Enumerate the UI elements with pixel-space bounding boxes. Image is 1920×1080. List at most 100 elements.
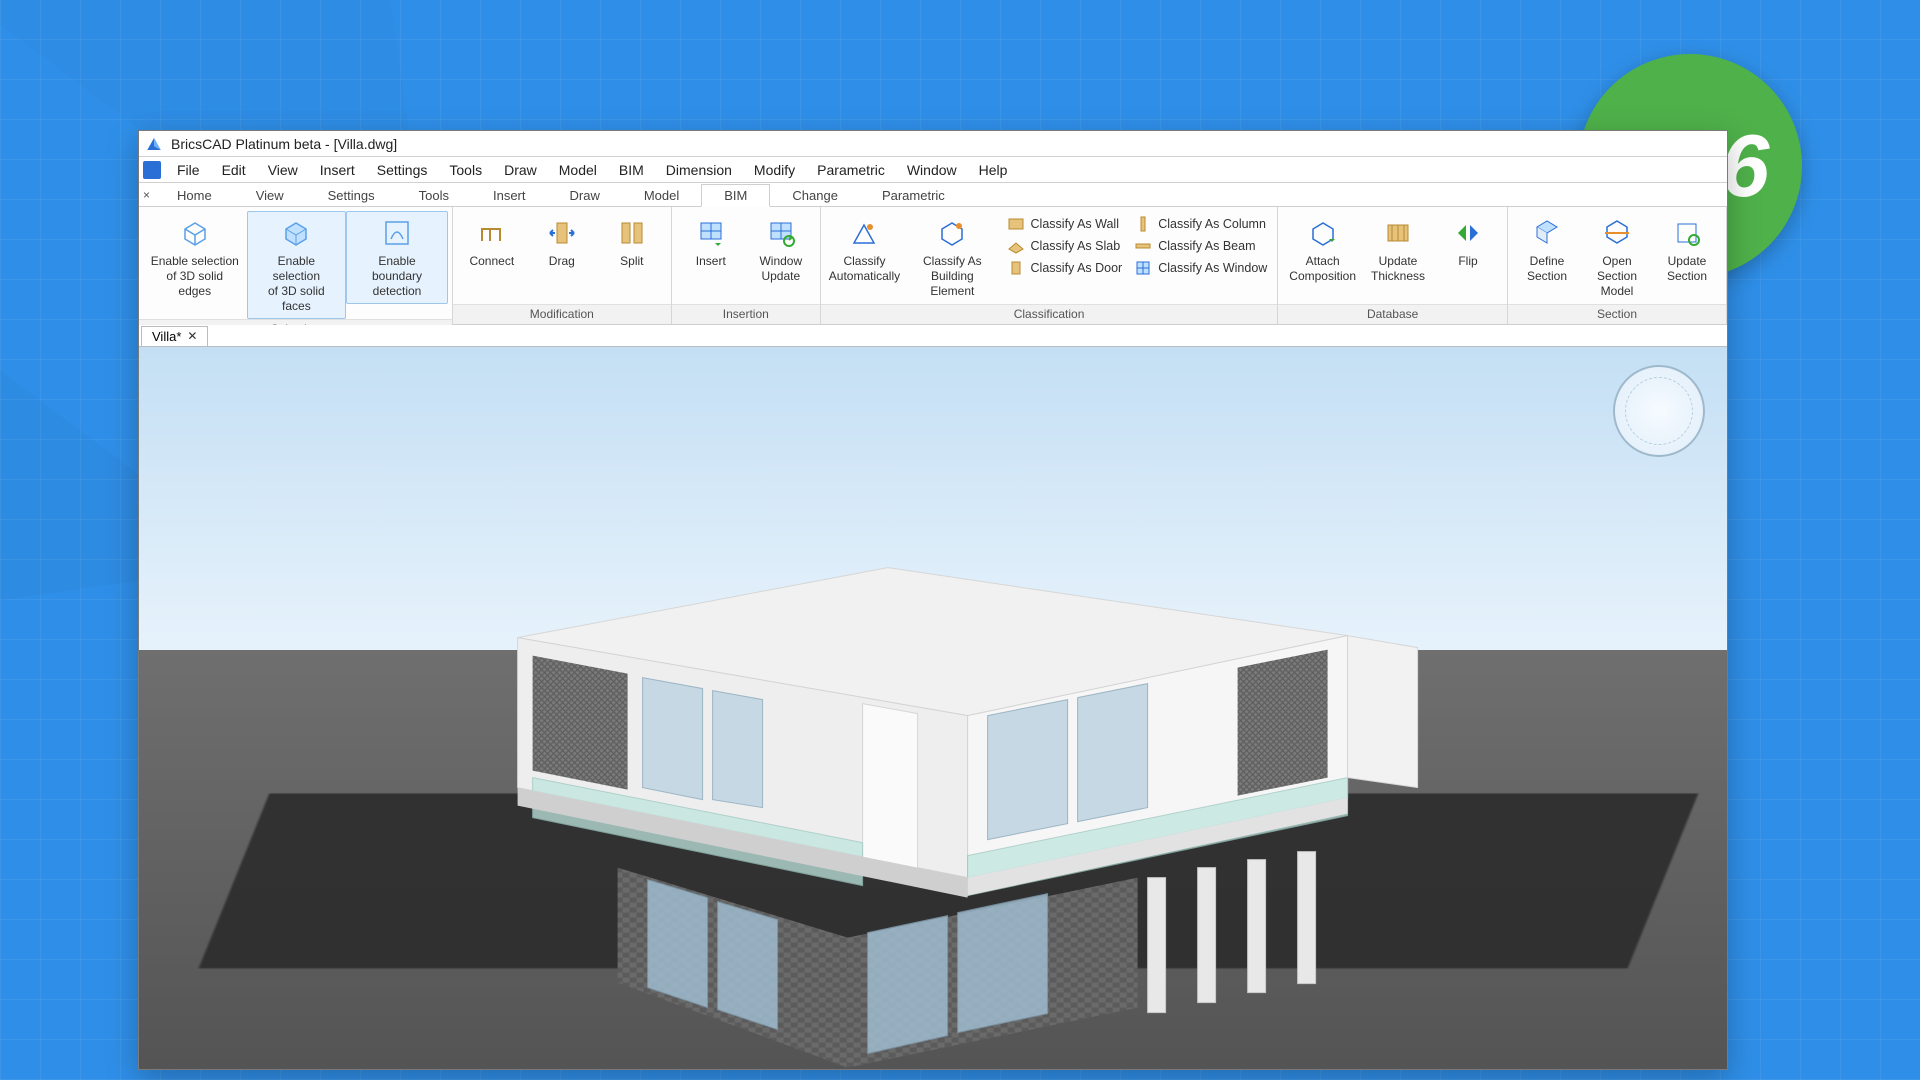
menu-help[interactable]: Help xyxy=(969,159,1018,181)
ribbon-close-icon[interactable]: × xyxy=(139,188,155,202)
split-button[interactable]: Split xyxy=(597,211,667,274)
ribbon-tab-insert[interactable]: Insert xyxy=(471,185,548,206)
ribbon-tab-change[interactable]: Change xyxy=(770,185,860,206)
drag-icon xyxy=(545,216,579,250)
menu-edit[interactable]: Edit xyxy=(212,159,256,181)
update-section-button[interactable]: Update Section xyxy=(1652,211,1722,289)
connect-button[interactable]: Connect xyxy=(457,211,527,274)
label-line2: Automatically xyxy=(829,269,900,284)
label: Connect xyxy=(469,254,514,269)
insert-window-icon xyxy=(694,216,728,250)
label-line2: Section xyxy=(1527,269,1567,284)
menu-insert[interactable]: Insert xyxy=(310,159,365,181)
update-thickness-button[interactable]: Update Thickness xyxy=(1363,211,1433,289)
open-section-model-button[interactable]: Open Section Model xyxy=(1582,211,1652,304)
label-line1: Classify As xyxy=(923,254,982,269)
label-line1: Enable boundary xyxy=(353,254,441,284)
label-line2: Section xyxy=(1667,269,1707,284)
define-section-icon xyxy=(1530,216,1564,250)
menu-window[interactable]: Window xyxy=(897,159,967,181)
label-line1: Open Section xyxy=(1589,254,1645,284)
document-tab-close-icon[interactable]: ✕ xyxy=(187,329,197,343)
insert-button[interactable]: Insert xyxy=(676,211,746,274)
label-line1: Window xyxy=(759,254,802,269)
group-label-modification: Modification xyxy=(453,304,671,324)
define-section-button[interactable]: Define Section xyxy=(1512,211,1582,289)
model-viewport[interactable] xyxy=(139,347,1727,1069)
classify-as-building-element-button[interactable]: Classify As Building Element xyxy=(904,211,1000,304)
enable-faces-button[interactable]: Enable selection of 3D solid faces xyxy=(247,211,347,319)
menu-bim[interactable]: BIM xyxy=(609,159,654,181)
classify-as-column-button[interactable]: Classify As Column xyxy=(1134,215,1267,233)
ribbon-tab-draw[interactable]: Draw xyxy=(548,185,622,206)
label-line2: Building Element xyxy=(911,269,993,299)
ribbon-tab-view[interactable]: View xyxy=(234,185,306,206)
connect-icon xyxy=(475,216,509,250)
group-label-section: Section xyxy=(1508,304,1726,324)
label: Drag xyxy=(549,254,575,269)
window-update-icon xyxy=(764,216,798,250)
ribbon-tab-tools[interactable]: Tools xyxy=(397,185,471,206)
label: Flip xyxy=(1458,254,1477,269)
view-compass-widget[interactable] xyxy=(1613,365,1705,457)
app-menu-icon[interactable] xyxy=(143,161,161,179)
classify-as-slab-button[interactable]: Classify As Slab xyxy=(1007,237,1123,255)
label-line1: Update xyxy=(1379,254,1418,269)
document-tab-label: Villa* xyxy=(152,329,181,344)
group-label-classification: Classification xyxy=(821,304,1277,324)
classify-as-door-button[interactable]: Classify As Door xyxy=(1007,259,1123,277)
label-line2: of 3D solid edges xyxy=(150,269,240,299)
update-section-icon xyxy=(1670,216,1704,250)
label-line2: Model xyxy=(1601,284,1634,299)
document-tab-villa[interactable]: Villa* ✕ xyxy=(141,326,208,346)
ribbon-group-modification: Connect Drag Split Modification xyxy=(453,207,672,324)
menubar: File Edit View Insert Settings Tools Dra… xyxy=(139,157,1727,183)
window-update-button[interactable]: Window Update xyxy=(746,211,816,289)
menu-view[interactable]: View xyxy=(258,159,308,181)
menu-parametric[interactable]: Parametric xyxy=(807,159,895,181)
classify-as-wall-button[interactable]: Classify As Wall xyxy=(1007,215,1123,233)
label-line2: Composition xyxy=(1289,269,1356,284)
classify-auto-icon xyxy=(847,216,881,250)
window-title: BricsCAD Platinum beta - [Villa.dwg] xyxy=(171,136,397,152)
ribbon-tab-settings[interactable]: Settings xyxy=(306,185,397,206)
label-line2: Thickness xyxy=(1371,269,1425,284)
door-icon xyxy=(1007,259,1025,277)
app-logo-icon xyxy=(145,135,163,153)
ribbon-tab-model[interactable]: Model xyxy=(622,185,701,206)
app-window: BricsCAD Platinum beta - [Villa.dwg] Fil… xyxy=(138,130,1728,1070)
label-line2: Update xyxy=(761,269,800,284)
drag-button[interactable]: Drag xyxy=(527,211,597,274)
classify-automatically-button[interactable]: Classify Automatically xyxy=(825,211,904,289)
ribbon-tab-parametric[interactable]: Parametric xyxy=(860,185,967,206)
ribbon-tab-strip: × Home View Settings Tools Insert Draw M… xyxy=(139,183,1727,207)
group-label-database: Database xyxy=(1278,304,1507,324)
label: Split xyxy=(620,254,643,269)
ribbon: Enable selection of 3D solid edges Enabl… xyxy=(139,207,1727,325)
enable-edges-button[interactable]: Enable selection of 3D solid edges xyxy=(143,211,247,304)
menu-settings[interactable]: Settings xyxy=(367,159,438,181)
label-line1: Enable selection xyxy=(254,254,340,284)
open-section-model-icon xyxy=(1600,216,1634,250)
ribbon-group-selection: Enable selection of 3D solid edges Enabl… xyxy=(139,207,453,324)
attach-composition-icon xyxy=(1306,216,1340,250)
menu-file[interactable]: File xyxy=(167,159,210,181)
titlebar[interactable]: BricsCAD Platinum beta - [Villa.dwg] xyxy=(139,131,1727,157)
menu-model[interactable]: Model xyxy=(549,159,607,181)
ribbon-tab-bim[interactable]: BIM xyxy=(701,184,770,207)
menu-dimension[interactable]: Dimension xyxy=(656,159,742,181)
label-line2: of 3D solid faces xyxy=(254,284,340,314)
villa-3d-model xyxy=(308,478,1488,1069)
enable-boundary-button[interactable]: Enable boundary detection xyxy=(346,211,448,304)
update-thickness-icon xyxy=(1381,216,1415,250)
split-icon xyxy=(615,216,649,250)
menu-tools[interactable]: Tools xyxy=(439,159,492,181)
menu-modify[interactable]: Modify xyxy=(744,159,805,181)
ribbon-tab-home[interactable]: Home xyxy=(155,185,234,206)
classify-as-window-button[interactable]: Classify As Window xyxy=(1134,259,1267,277)
attach-composition-button[interactable]: Attach Composition xyxy=(1282,211,1363,289)
menu-draw[interactable]: Draw xyxy=(494,159,547,181)
classify-as-beam-button[interactable]: Classify As Beam xyxy=(1134,237,1267,255)
document-tab-strip: Villa* ✕ xyxy=(139,325,1727,347)
flip-button[interactable]: Flip xyxy=(1433,211,1503,274)
